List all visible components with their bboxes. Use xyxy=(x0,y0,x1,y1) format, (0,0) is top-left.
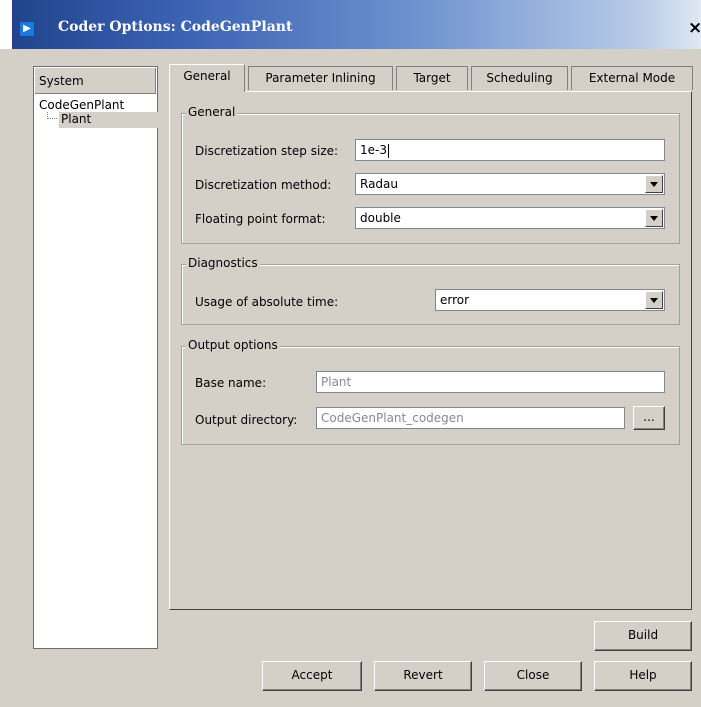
tab-target[interactable]: Target xyxy=(396,66,468,90)
text-cursor xyxy=(387,143,389,158)
output-directory-input[interactable]: CodeGenPlant_codegen xyxy=(316,407,625,429)
output-directory-label: Output directory: xyxy=(195,413,298,427)
tab-scheduling[interactable]: Scheduling xyxy=(471,66,568,90)
chevron-down-icon[interactable] xyxy=(645,209,663,227)
chevron-down-icon[interactable] xyxy=(645,175,663,193)
diagnostics-group-title: Diagnostics xyxy=(186,256,260,270)
build-button[interactable]: Build xyxy=(594,621,692,651)
close-button[interactable]: Close xyxy=(484,661,582,691)
absolute-time-select[interactable]: error xyxy=(435,289,665,311)
tree-connector xyxy=(47,112,57,119)
tree-item-plant[interactable]: Plant xyxy=(59,112,158,128)
float-format-select[interactable]: double xyxy=(355,207,665,229)
float-format-label: Floating point format: xyxy=(195,212,326,226)
title-bar[interactable]: ▶ Coder Options: CodeGenPlant × xyxy=(0,0,701,49)
help-button[interactable]: Help xyxy=(594,661,692,691)
window-title: Coder Options: CodeGenPlant xyxy=(58,19,293,35)
tab-external-mode[interactable]: External Mode xyxy=(571,66,693,90)
close-icon[interactable]: × xyxy=(688,16,701,40)
tab-general[interactable]: General xyxy=(169,64,245,92)
chevron-down-icon[interactable] xyxy=(645,291,663,309)
step-size-value: 1e-3 xyxy=(360,143,387,157)
play-icon: ▶ xyxy=(19,21,35,37)
general-group-title: General xyxy=(186,105,238,119)
method-select-value: Radau xyxy=(360,177,399,191)
method-select[interactable]: Radau xyxy=(355,173,665,195)
tree-item-codegenplant[interactable]: CodeGenPlant xyxy=(39,98,124,112)
revert-button[interactable]: Revert xyxy=(374,661,472,691)
system-tree[interactable]: System CodeGenPlant xyxy=(33,66,158,649)
tree-header[interactable]: System xyxy=(35,68,156,94)
output-options-group: Output options xyxy=(181,338,680,445)
step-size-label: Discretization step size: xyxy=(195,144,339,158)
tab-parameter-inlining[interactable]: Parameter Inlining xyxy=(248,66,393,90)
accept-button[interactable]: Accept xyxy=(262,661,362,691)
step-size-input[interactable]: 1e-3 xyxy=(355,139,665,161)
output-options-group-title: Output options xyxy=(186,338,280,352)
browse-button[interactable]: ... xyxy=(633,406,665,430)
absolute-time-label: Usage of absolute time: xyxy=(195,295,339,309)
absolute-time-select-value: error xyxy=(440,293,470,307)
method-label: Discretization method: xyxy=(195,178,332,192)
coder-options-dialog: ▶ Coder Options: CodeGenPlant × System C… xyxy=(0,0,701,707)
base-name-label: Base name: xyxy=(195,376,267,390)
float-format-select-value: double xyxy=(360,211,401,225)
base-name-input[interactable]: Plant xyxy=(316,371,665,393)
